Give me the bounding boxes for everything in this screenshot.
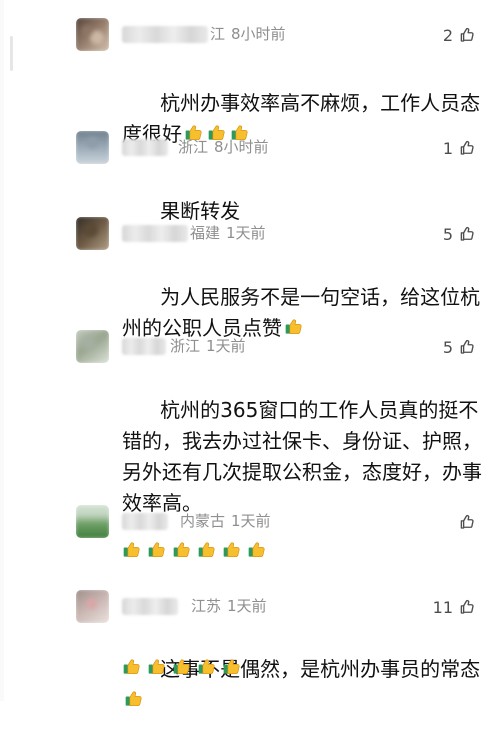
time-text: 8小时前 (231, 25, 286, 43)
avatar[interactable] (76, 131, 109, 164)
thumbs-up-emoji (125, 691, 142, 706)
location-text: 江 (210, 25, 226, 43)
location-text: 江苏 (191, 597, 222, 615)
thumbs-up-emoji (198, 542, 215, 557)
location-text: 福建 (190, 224, 221, 242)
comment-item: 浙江 1天前 5 杭州的365窗口的工作人员真的挺不错的，我去办过社保卡、身份证、… (0, 330, 500, 515)
like-control[interactable]: 2 (443, 20, 476, 50)
like-control[interactable]: 5 (443, 219, 476, 249)
comment-meta: 江苏 1天前 (191, 595, 267, 616)
comment-item: 江 8小时前 2 杭州办事效率高不麻烦，工作人员态度很好 (0, 18, 500, 146)
thumbs-up-outline-icon[interactable] (458, 139, 476, 157)
thumbs-up-outline-icon[interactable] (458, 513, 476, 531)
time-text: 1天前 (206, 337, 246, 355)
thumbs-up-emoji (173, 659, 190, 674)
thumbs-up-emoji (148, 659, 165, 674)
avatar[interactable] (76, 590, 109, 623)
comment-text-content: 杭州的365窗口的工作人员真的挺不错的，我去办过社保卡、身份证、护照，另外还有几… (122, 398, 482, 515)
thumbs-up-outline-icon[interactable] (458, 26, 476, 44)
username-blurred[interactable] (122, 26, 208, 43)
like-control[interactable]: 11 (433, 592, 476, 622)
comment-header: 浙江 8小时前 1 (122, 133, 480, 163)
time-text: 1天前 (226, 224, 266, 242)
comment-item: 江苏 1天前 11 这事不是偶然，是杭州办事员的常态 (0, 590, 500, 706)
location-text: 内蒙古 (180, 512, 226, 530)
location-text: 浙江 (178, 138, 209, 156)
comment-header: 内蒙古 1天前 (122, 507, 480, 537)
username-blurred[interactable] (122, 513, 168, 530)
emoji-row (122, 657, 242, 677)
comment-header: 浙江 1天前 5 (122, 332, 480, 362)
thumbs-up-outline-icon[interactable] (458, 225, 476, 243)
like-control[interactable]: 5 (443, 332, 476, 362)
thumbs-up-emoji (123, 542, 140, 557)
comment-header: 江苏 1天前 11 (122, 592, 480, 622)
time-text: 1天前 (231, 512, 271, 530)
thumbs-up-outline-icon[interactable] (458, 338, 476, 356)
comment-meta: 浙江 1天前 (170, 335, 246, 356)
like-count: 2 (442, 25, 453, 45)
location-text: 浙江 (170, 337, 201, 355)
like-count: 11 (432, 597, 453, 617)
avatar[interactable] (76, 505, 109, 538)
comment-feed: 江 8小时前 2 杭州办事效率高不麻烦，工作人员态度很好 浙江 8小时前 1 果… (0, 0, 500, 706)
thumbs-up-emoji (223, 542, 240, 557)
thumbs-up-emoji (198, 659, 215, 674)
username-blurred[interactable] (122, 598, 178, 615)
comment-meta: 福建 1天前 (190, 222, 266, 243)
comment-meta: 内蒙古 1天前 (180, 510, 271, 531)
like-count: 1 (442, 138, 453, 158)
emoji-row (122, 540, 267, 560)
comment-meta: 浙江 8小时前 (178, 136, 269, 157)
comment-meta: 江 8小时前 (210, 23, 286, 44)
time-text: 8小时前 (214, 138, 269, 156)
emoji-row (124, 689, 144, 709)
thumbs-up-emoji (148, 542, 165, 557)
thumbs-up-emoji (223, 659, 240, 674)
thumbs-up-emoji (123, 659, 140, 674)
like-count: 5 (442, 337, 453, 357)
comment-header: 江 8小时前 2 (122, 20, 480, 50)
comment-item: 浙江 8小时前 1 果断转发 (0, 131, 500, 223)
avatar[interactable] (76, 217, 109, 250)
like-control[interactable]: 1 (443, 133, 476, 163)
username-blurred[interactable] (122, 139, 168, 156)
thumbs-up-outline-icon[interactable] (458, 598, 476, 616)
avatar[interactable] (76, 18, 109, 51)
comment-text: 这事不是偶然，是杭州办事员的常态 (122, 623, 482, 747)
thumbs-up-emoji (173, 542, 190, 557)
comment-item: 内蒙古 1天前 (0, 505, 500, 571)
username-blurred[interactable] (122, 225, 188, 242)
avatar[interactable] (76, 330, 109, 363)
username-blurred[interactable] (122, 338, 166, 355)
comment-header: 福建 1天前 5 (122, 219, 480, 249)
comment-item: 福建 1天前 5 为人民服务不是一句空话，给这位杭州的公职人员点赞 (0, 217, 500, 340)
like-control[interactable] (453, 507, 476, 537)
thumbs-up-emoji (248, 542, 265, 557)
time-text: 1天前 (227, 597, 267, 615)
like-count: 5 (442, 224, 453, 244)
